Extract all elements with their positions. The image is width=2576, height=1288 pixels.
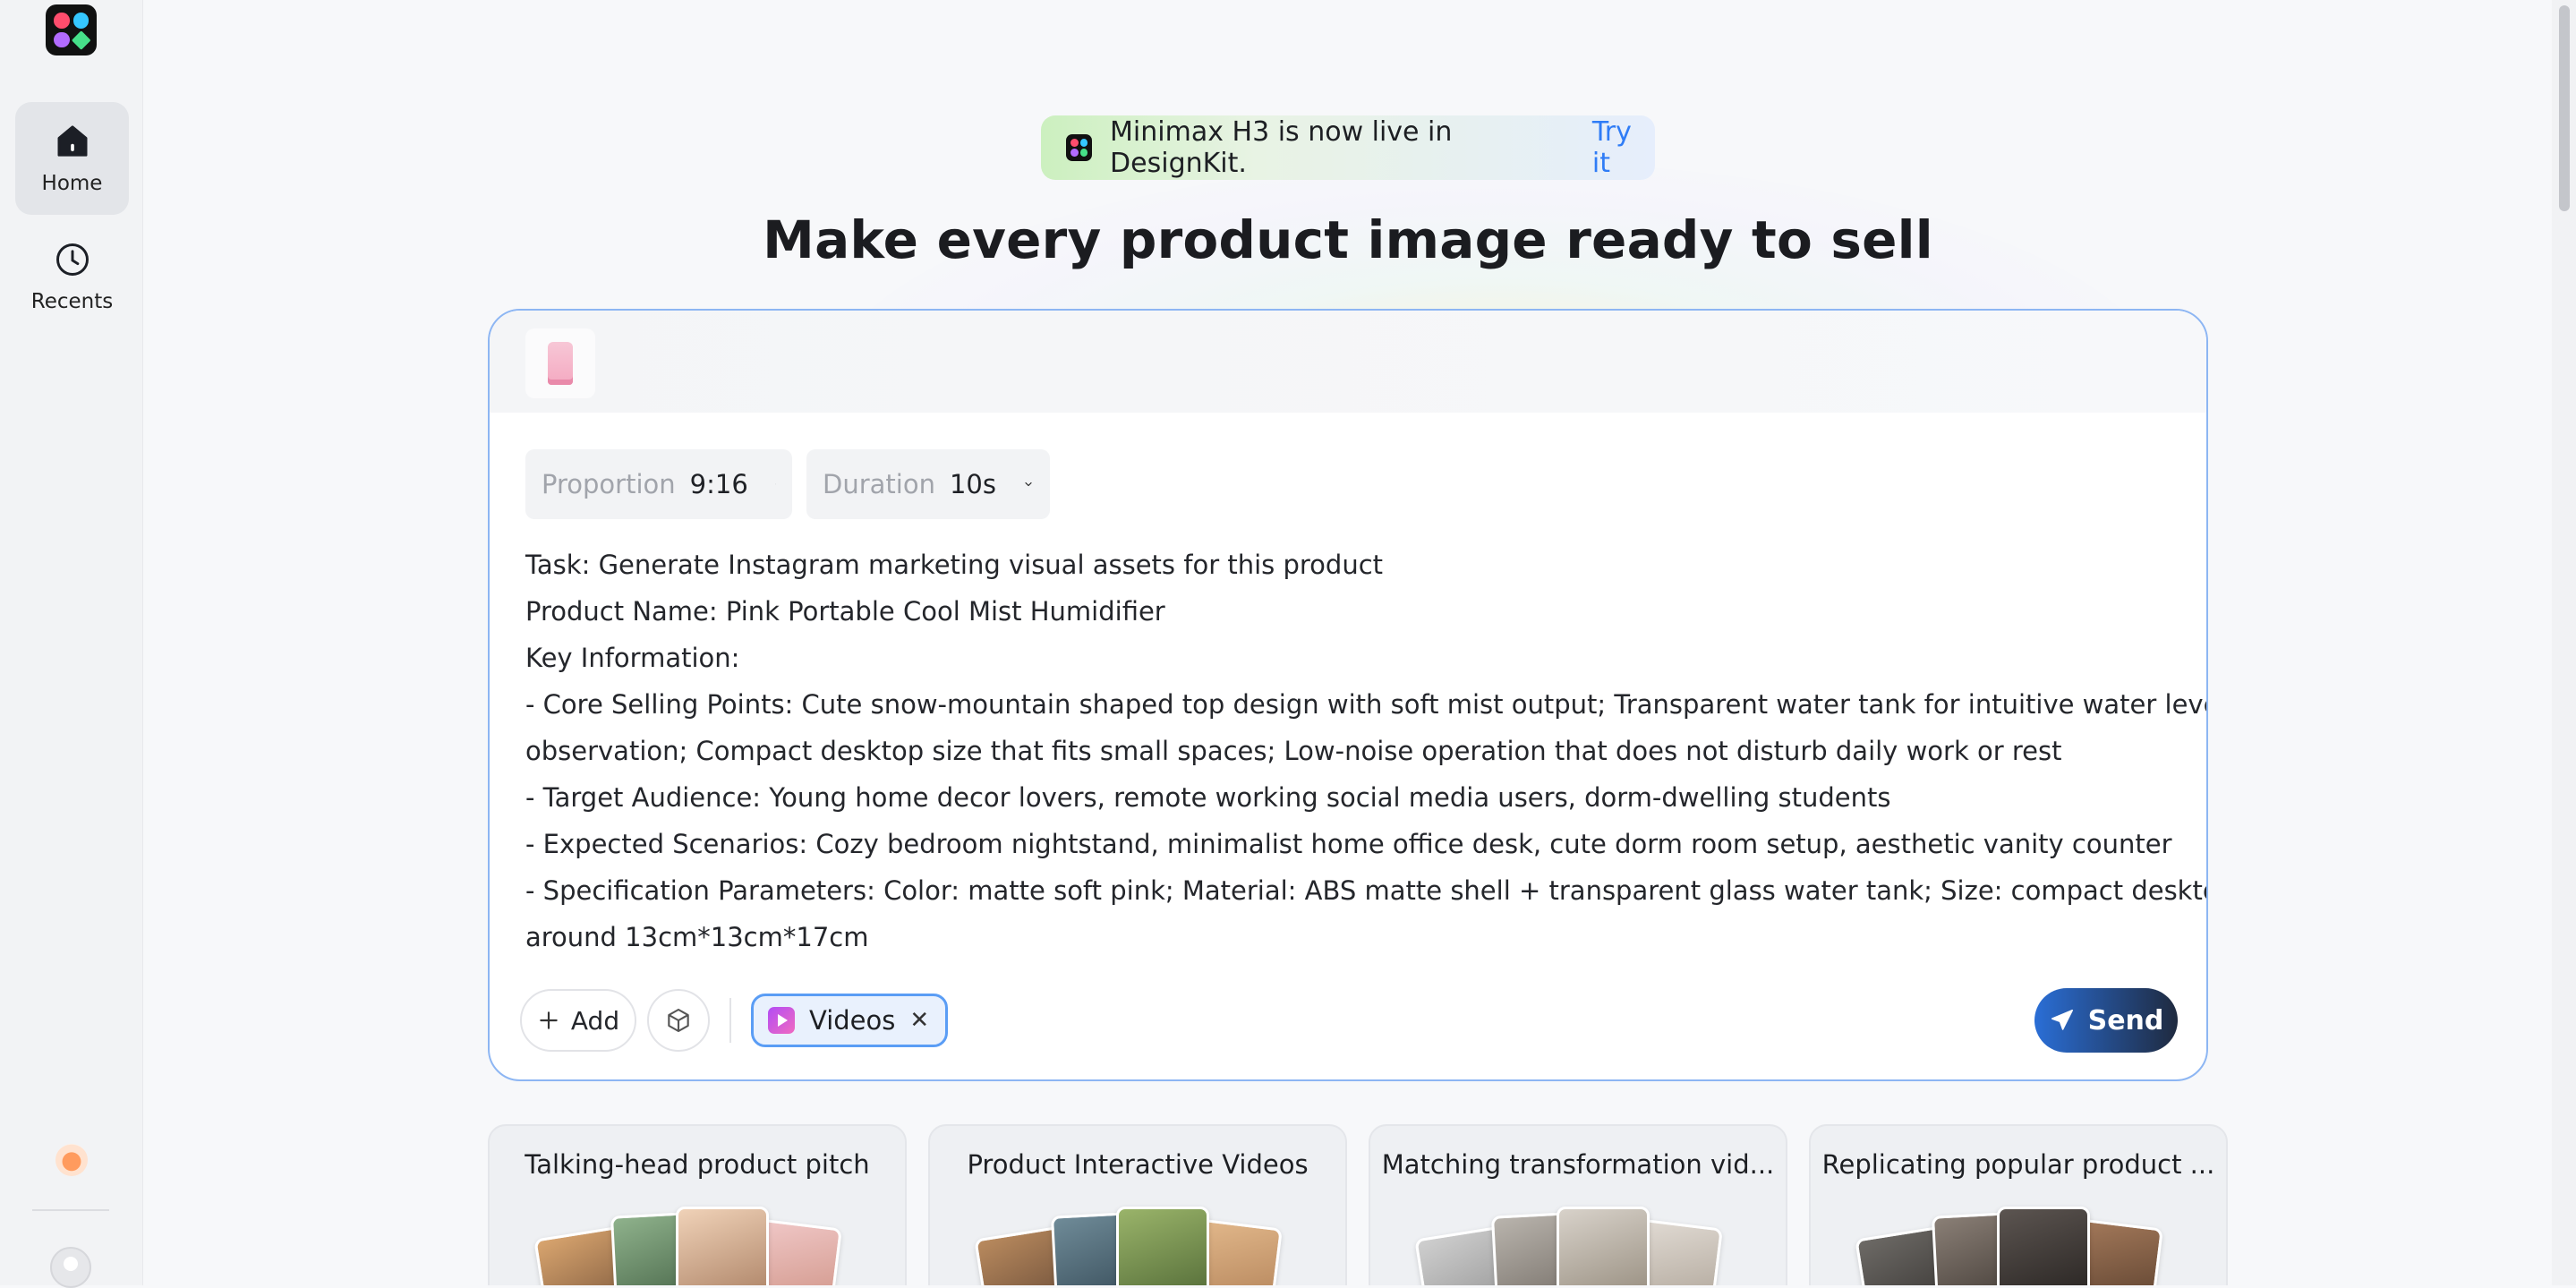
card-title: Product Interactive Videos — [967, 1149, 1309, 1180]
prompt-line: Product Name: Pink Portable Cool Mist Hu… — [525, 596, 1165, 627]
template-card-interactive[interactable]: Product Interactive Videos — [928, 1124, 1347, 1285]
composer-toolbar: Add Videos ✕ — [520, 989, 949, 1052]
card-title: Replicating popular product ... — [1821, 1149, 2215, 1180]
announcement-banner: Minimax H3 is now live in DesignKit. Try… — [1041, 115, 1655, 180]
designkit-mini-logo-icon — [1066, 134, 1093, 161]
sidebar: Home Recents — [0, 0, 143, 1288]
sidebar-item-recents[interactable]: Recents — [15, 220, 129, 333]
avatar[interactable] — [50, 1247, 91, 1288]
main-content: Minimax H3 is now live in DesignKit. Try… — [144, 0, 2552, 1285]
prompt-line: - Target Audience: Young home decor love… — [525, 782, 1891, 813]
send-button[interactable]: Send — [2034, 988, 2178, 1053]
chevron-down-icon — [775, 483, 776, 485]
card-preview-stack — [974, 1207, 1295, 1285]
add-button-label: Add — [570, 1005, 620, 1036]
sidebar-divider — [32, 1209, 109, 1211]
product-3d-button[interactable] — [647, 989, 710, 1052]
attachment-strip — [490, 311, 2206, 413]
prompt-line: - Core Selling Points: Cute snow-mountai… — [525, 689, 2208, 720]
prompt-line: observation; Compact desktop size that f… — [525, 736, 2062, 766]
chevron-down-icon — [1025, 482, 1032, 487]
close-icon[interactable]: ✕ — [909, 1007, 929, 1034]
credits-orb-icon[interactable] — [55, 1144, 88, 1176]
sidebar-item-home[interactable]: Home — [15, 102, 129, 215]
prompt-composer: Proportion 9:16 Duration 10s Task: Gener… — [488, 309, 2208, 1081]
prompt-line: around 13cm*13cm*17cm — [525, 922, 869, 952]
proportion-select[interactable]: Proportion 9:16 — [525, 449, 792, 519]
prompt-textarea[interactable]: Task: Generate Instagram marketing visua… — [525, 542, 2208, 960]
sidebar-item-label: Home — [41, 172, 103, 195]
paper-plane-icon — [2051, 1010, 2073, 1030]
card-preview-stack — [533, 1207, 855, 1285]
try-it-link[interactable]: Try it — [1592, 116, 1655, 179]
prompt-line: Task: Generate Instagram marketing visua… — [525, 550, 1384, 580]
card-title: Talking-head product pitch — [525, 1149, 870, 1180]
scrollbar[interactable] — [2552, 0, 2576, 1285]
send-button-label: Send — [2087, 1004, 2164, 1036]
videos-chip-label: Videos — [809, 1005, 896, 1036]
prompt-line: - Expected Scenarios: Cozy bedroom night… — [525, 829, 2172, 859]
toolbar-divider — [729, 998, 731, 1043]
proportion-label: Proportion — [542, 469, 676, 499]
template-card-talking-head[interactable]: Talking-head product pitch — [488, 1124, 907, 1285]
duration-label: Duration — [823, 469, 935, 499]
add-button[interactable]: Add — [520, 989, 636, 1052]
template-card-replicating[interactable]: Replicating popular product ... — [1809, 1124, 2228, 1285]
page-title: Make every product image ready to sell — [763, 209, 1933, 270]
prompt-line: Key Information: — [525, 643, 740, 673]
scrollbar-thumb[interactable] — [2559, 5, 2570, 211]
videos-chip[interactable]: Videos ✕ — [751, 994, 949, 1047]
duration-value: 10s — [949, 469, 996, 499]
humidifier-image — [548, 342, 573, 385]
clock-icon — [55, 243, 89, 276]
sidebar-item-label: Recents — [30, 290, 114, 313]
prompt-line: - Specification Parameters: Color: matte… — [525, 875, 2208, 906]
proportion-value: 9:16 — [689, 469, 748, 499]
card-preview-stack — [1855, 1207, 2176, 1285]
plus-icon — [540, 1011, 558, 1029]
duration-select[interactable]: Duration 10s — [806, 449, 1050, 519]
home-icon — [57, 125, 87, 157]
template-card-transformation[interactable]: Matching transformation vid... — [1369, 1124, 1787, 1285]
video-play-icon — [768, 1007, 795, 1034]
card-preview-stack — [1414, 1207, 1736, 1285]
product-thumbnail[interactable] — [525, 328, 595, 398]
option-selects: Proportion 9:16 Duration 10s — [525, 449, 1050, 519]
cube-icon — [668, 1008, 689, 1033]
designkit-logo-icon[interactable] — [46, 4, 97, 55]
template-cards: Talking-head product pitch Product Inter… — [488, 1124, 2228, 1285]
card-title: Matching transformation vid... — [1381, 1149, 1775, 1180]
announcement-text: Minimax H3 is now live in DesignKit. — [1110, 116, 1453, 179]
